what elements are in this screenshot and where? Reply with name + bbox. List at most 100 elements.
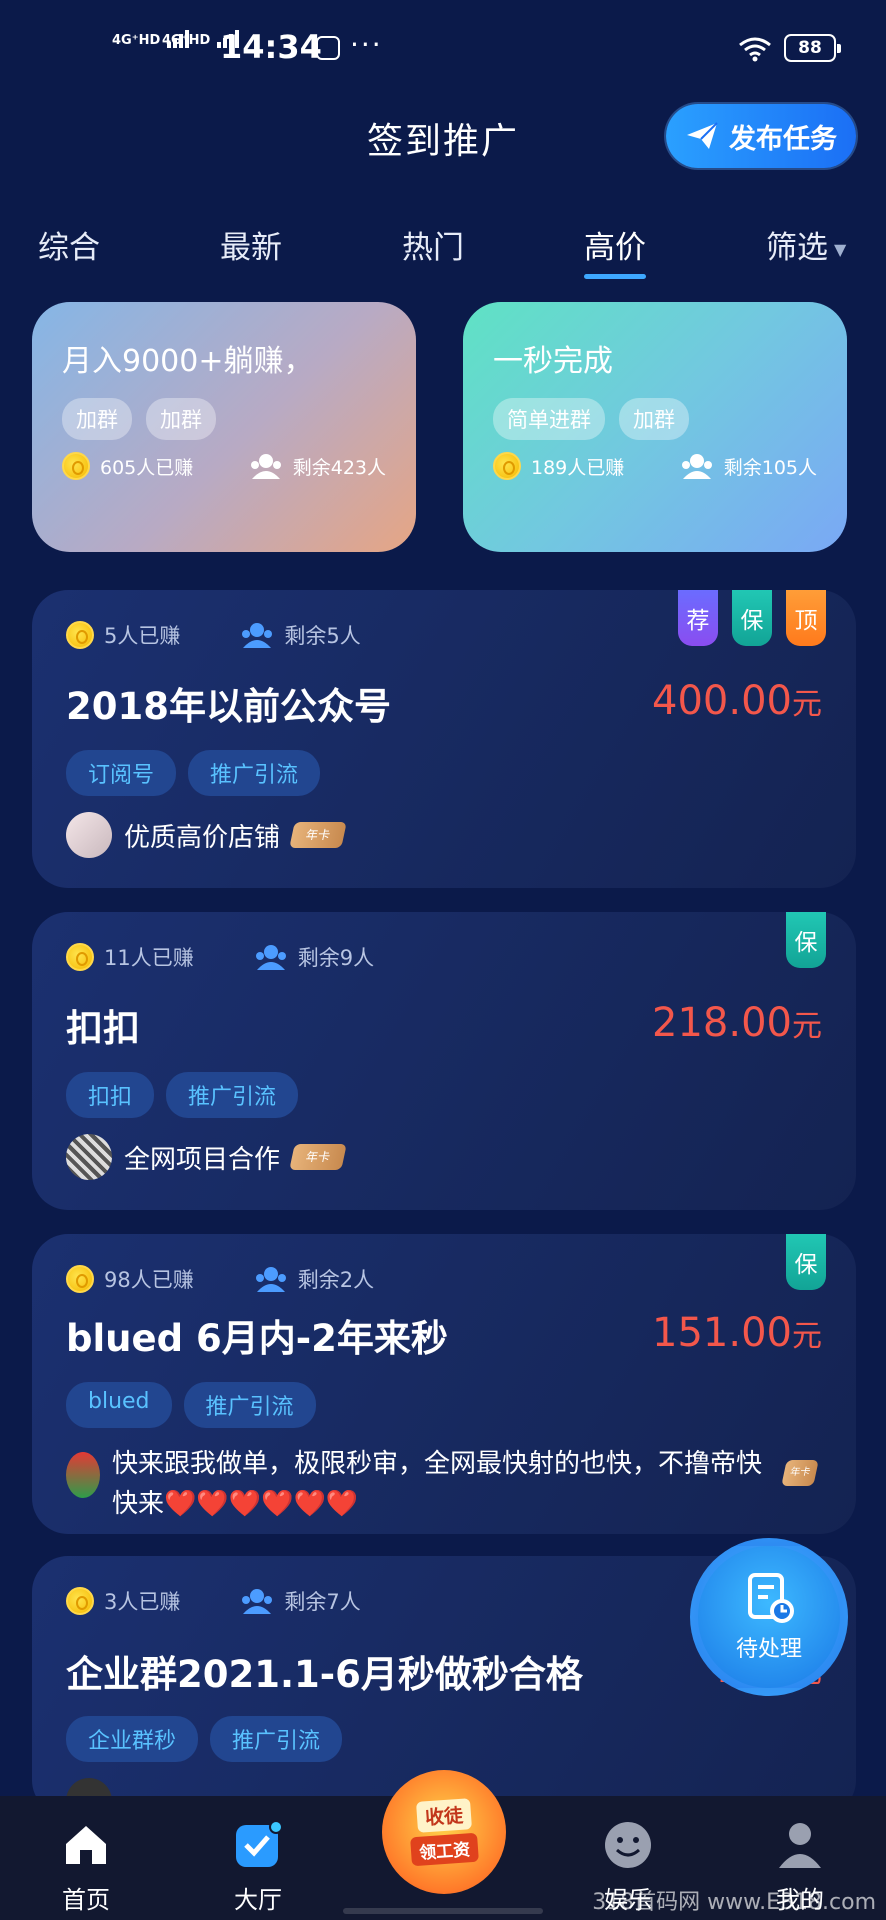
- coin-icon: [493, 452, 521, 480]
- featured-tag: 简单进群: [493, 398, 605, 440]
- annual-card-badge: 年卡: [289, 1144, 347, 1170]
- nav-home[interactable]: 首页: [26, 1816, 146, 1915]
- guarantee-badge: 保: [786, 1234, 826, 1290]
- remaining-count: 剩余5人: [284, 624, 361, 648]
- people-icon: [242, 1589, 273, 1614]
- avatar: [66, 812, 112, 858]
- task-title: 企业群2021.1-6月秒做秒合格: [66, 1653, 583, 1696]
- task-owner[interactable]: 优质高价店铺 年卡: [66, 812, 347, 858]
- coin-icon: [62, 452, 90, 480]
- nav-hall-label: 大厅: [234, 1886, 282, 1914]
- tab-hot[interactable]: 热门: [402, 222, 464, 267]
- coin-icon: [66, 621, 94, 649]
- remaining-count: 剩余7人: [284, 1590, 361, 1614]
- earned-count: 98人已赚: [104, 1268, 194, 1292]
- chevron-down-icon: ▼: [834, 240, 847, 259]
- owner-name: 优质高价店铺: [124, 822, 281, 853]
- home-indicator[interactable]: [343, 1908, 543, 1914]
- people-icon: [255, 945, 286, 970]
- guarantee-badge: 保: [786, 912, 826, 968]
- earned-count: 11人已赚: [104, 946, 194, 970]
- earned-count: 605人已赚: [100, 456, 194, 479]
- tab-comprehensive[interactable]: 综合: [38, 222, 100, 267]
- people-icon: [681, 454, 712, 479]
- owner-name: 快来跟我做单，极限秒审，全网最快射的也快，不撸帝快快来❤️❤️❤️❤️❤️❤️: [112, 1449, 763, 1519]
- earned-count: 5人已赚: [104, 624, 181, 648]
- task-price: 151.00元: [652, 1310, 822, 1356]
- featured-tag: 加群: [146, 398, 216, 440]
- watermark: 318首码网 www.E318.com: [592, 1890, 876, 1915]
- tab-latest[interactable]: 最新: [220, 222, 282, 267]
- send-icon: [687, 122, 718, 149]
- avatar: [66, 1134, 112, 1180]
- featured-title: 一秒完成: [493, 344, 613, 379]
- user-icon: [779, 1823, 821, 1868]
- guarantee-badge: 保: [732, 590, 772, 646]
- price-unit: 元: [792, 1319, 822, 1354]
- featured-title: 月入9000+躺赚，: [62, 344, 314, 379]
- tab-high-price[interactable]: 高价: [584, 222, 646, 267]
- avatar: [66, 1452, 100, 1498]
- price-value: 151.00: [652, 1310, 792, 1356]
- pending-button[interactable]: 待处理: [690, 1538, 848, 1696]
- task-price: 218.00元: [652, 1000, 822, 1046]
- app-notification-icon: [316, 36, 340, 60]
- coin-icon: [66, 1587, 94, 1615]
- price-unit: 元: [792, 1009, 822, 1044]
- home-icon: [66, 1826, 106, 1864]
- battery-indicator: 88: [784, 34, 841, 62]
- task-tag: blued: [66, 1382, 172, 1428]
- publish-task-label: 发布任务: [729, 123, 837, 155]
- task-card[interactable]: 保 98人已赚 剩余2人 blued 6月内-2年来秒 151.00元 blue…: [32, 1234, 856, 1534]
- annual-card-badge: 年卡: [781, 1460, 819, 1486]
- remaining-count: 剩余423人: [292, 456, 386, 479]
- earned-count: 3人已赚: [104, 1590, 181, 1614]
- owner-name: 全网项目合作: [124, 1144, 281, 1175]
- featured-card[interactable]: 月入9000+躺赚， 加群 加群 605人已赚 剩余423人: [32, 302, 416, 552]
- more-notifications: ···: [350, 28, 383, 61]
- coin-icon: [66, 943, 94, 971]
- coin-icon: [66, 1265, 94, 1293]
- featured-tag: 加群: [619, 398, 689, 440]
- tab-filter[interactable]: 筛选 ▼: [766, 222, 846, 267]
- annual-card-badge: 年卡: [289, 822, 347, 848]
- status-bar: 4G⁺HD 4G⁺HD 14:34 ··· 88: [0, 0, 886, 100]
- clock: 14:34: [220, 28, 322, 66]
- wifi-icon: [738, 36, 772, 66]
- people-icon: [242, 623, 273, 648]
- publish-task-button[interactable]: 发布任务: [666, 104, 856, 168]
- active-tab-indicator: [584, 274, 646, 279]
- task-tag: 扣扣: [66, 1072, 155, 1118]
- remaining-count: 剩余9人: [297, 946, 375, 970]
- price-value: 400.00: [652, 678, 792, 724]
- pending-label: 待处理: [735, 1637, 802, 1662]
- people-icon: [250, 454, 281, 479]
- nav-hall[interactable]: 大厅: [198, 1816, 318, 1915]
- smile-icon: [605, 1822, 651, 1868]
- task-owner[interactable]: 快来跟我做单，极限秒审，全网最快射的也快，不撸帝快快来❤️❤️❤️❤️❤️❤️ …: [66, 1444, 826, 1524]
- task-tag: 推广引流: [166, 1072, 299, 1118]
- category-tabs: 综合 最新 热门 高价 筛选 ▼: [0, 222, 886, 292]
- top-badge: 顶: [786, 590, 826, 646]
- task-card[interactable]: 保 11人已赚 剩余9人 扣扣 218.00元 扣扣 推广引流 全网项目合作 年…: [32, 912, 856, 1210]
- nav-home-label: 首页: [62, 1886, 110, 1914]
- task-title: blued 6月内-2年来秒: [66, 1317, 448, 1360]
- clipboard-clock-icon: [748, 1573, 794, 1623]
- recruit-apprentice-button[interactable]: 收徒 领工资: [382, 1770, 506, 1894]
- recruit-line1: 收徒: [415, 1798, 473, 1833]
- tab-filter-label: 筛选: [766, 230, 828, 266]
- task-price: 400.00元: [652, 678, 822, 724]
- people-icon: [255, 1267, 286, 1292]
- earned-count: 189人已赚: [531, 456, 625, 479]
- featured-tag: 加群: [62, 398, 132, 440]
- featured-card[interactable]: 一秒完成 简单进群 加群 189人已赚 剩余105人: [463, 302, 847, 552]
- task-tag: 订阅号: [66, 750, 177, 796]
- task-card[interactable]: 荐 保 顶 5人已赚 剩余5人 2018年以前公众号 400.00元 订阅号 推…: [32, 590, 856, 888]
- task-tag: 推广引流: [188, 750, 321, 796]
- task-owner[interactable]: 全网项目合作 年卡: [66, 1134, 347, 1180]
- task-tag: 推广引流: [210, 1716, 343, 1762]
- hall-icon: [236, 1820, 283, 1867]
- price-unit: 元: [792, 687, 822, 722]
- price-value: 218.00: [652, 1000, 792, 1046]
- task-tag: 企业群秒: [66, 1716, 199, 1762]
